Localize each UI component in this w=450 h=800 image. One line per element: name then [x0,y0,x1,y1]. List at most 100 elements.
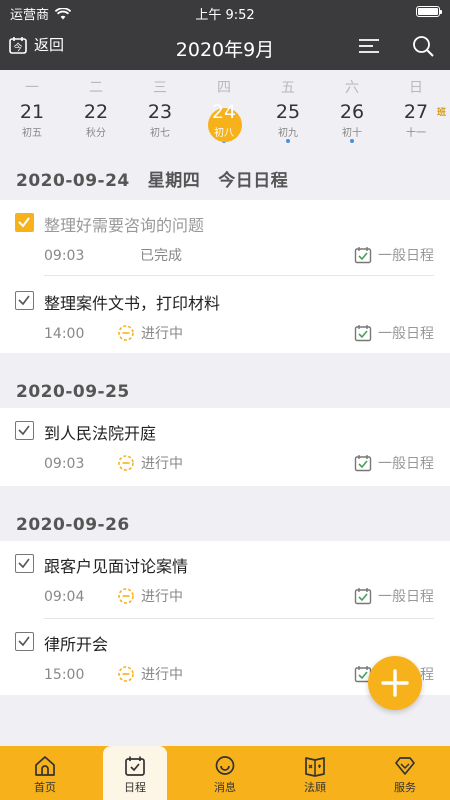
tab-label: 首页 [34,781,56,794]
day-cell-26[interactable]: 六 26 初十 [320,70,384,152]
tab-label: 法頋 [304,781,326,794]
status-label: 进行中 [141,589,183,605]
weekday-label: 二 [89,80,103,96]
week-strip: 一 21 初五 二 22 秋分 三 23 初七 四 24 初八 五 25 初九 … [0,70,450,152]
day-cell-24-selected[interactable]: 四 24 初八 [192,70,256,152]
type-label: 一般日程 [378,456,434,472]
back-label: 返回 [34,36,65,54]
weekday-label: 三 [153,80,167,96]
calendar-check-icon [354,455,372,472]
tab-home[interactable]: 首页 [13,746,77,800]
type-label: 一般日程 [378,248,434,264]
book-icon [305,757,325,777]
nav-bar: 今 返回 2020年9月 [0,24,450,70]
status-time: 上午 9:52 [195,8,255,23]
day-number: 25 [275,101,301,123]
day-cell-27[interactable]: 日 27 十一 班 [384,70,448,152]
tab-legal-advisor[interactable]: 法頋 [283,746,347,800]
plus-icon [381,669,409,697]
weekday-label: 四 [217,80,231,96]
day-cell-23[interactable]: 三 23 初七 [128,70,192,152]
section-date-header: 2020-09-24 星期四 今日日程 [0,156,450,204]
lunar-date: 初十 [342,128,362,139]
page-title: 2020年9月 [175,39,275,61]
battery-icon [416,6,442,17]
check-icon [18,295,30,306]
section-date: 2020-09-26 [16,515,130,535]
day-number: 23 [147,101,173,123]
in-progress-icon [118,666,134,682]
day-number: 22 [83,101,109,123]
check-icon [18,425,30,436]
check-icon [18,558,30,569]
calendar-check-icon [354,588,372,605]
schedule-status: 进行中 [117,453,183,473]
type-label: 一般日程 [378,326,434,342]
calendar-check-icon [354,247,372,264]
add-schedule-button[interactable] [368,656,422,710]
schedule-type: 一般日程 [354,323,434,343]
section-weekday: 星期四 [147,171,201,191]
schedule-time: 14:00 [44,326,85,342]
calendar-check-icon [354,325,372,342]
schedule-item[interactable]: 整理好需要咨询的问题 09:03 已完成 一般日程 [0,200,450,278]
schedule-time: 09:03 [44,248,85,264]
tab-label: 消息 [214,781,236,794]
tab-bar: 首页 日程 消息 法頋 服务 [0,746,450,800]
schedule-title: 整理好需要咨询的问题 [44,216,205,235]
schedule-item[interactable]: 到人民法院开庭 09:03 进行中 一般日程 [0,408,450,486]
lunar-date: 初九 [278,128,298,139]
section-date: 2020-09-24 [16,171,130,191]
checkbox[interactable] [15,632,34,651]
type-label: 一般日程 [378,589,434,605]
divider [44,275,434,276]
search-icon[interactable] [412,35,434,57]
check-icon [18,636,30,647]
calendar-check-icon [125,756,145,776]
home-icon [35,756,55,776]
tab-label: 服务 [394,781,416,794]
status-label: 进行中 [141,667,183,683]
schedule-status: 进行中 [117,664,183,684]
checkbox[interactable] [15,291,34,310]
checkbox[interactable] [15,554,34,573]
in-progress-icon [118,588,134,604]
schedule-status: 已完成 [140,245,182,265]
schedule-title: 律所开会 [44,635,109,654]
day-cell-25[interactable]: 五 25 初九 [256,70,320,152]
checkbox[interactable] [15,421,34,440]
schedule-status: 进行中 [117,586,183,606]
schedule-title: 跟客户见面讨论案情 [44,557,189,576]
schedule-time: 09:04 [44,589,85,605]
tab-label: 日程 [124,781,146,794]
tab-services[interactable]: 服务 [373,746,437,800]
checkbox-checked[interactable] [15,213,34,232]
schedule-type: 一般日程 [354,453,434,473]
menu-icon[interactable] [358,36,380,56]
section-note: 今日日程 [218,171,289,191]
weekday-label: 五 [281,80,295,96]
tab-schedule[interactable]: 日程 [103,746,167,800]
schedule-type: 一般日程 [354,586,434,606]
schedule-time: 09:03 [44,456,85,472]
status-label: 已完成 [140,248,182,264]
day-cell-22[interactable]: 二 22 秋分 [64,70,128,152]
event-dot [350,139,354,143]
tab-messages[interactable]: 消息 [193,746,257,800]
day-number: 26 [339,101,365,123]
schedule-item[interactable]: 整理案件文书，打印材料 14:00 进行中 一般日程 [0,278,450,356]
check-icon [18,217,30,228]
svg-text:今: 今 [13,41,22,53]
status-bar: 运营商 上午 9:52 [0,0,450,24]
schedule-item[interactable]: 跟客户见面讨论案情 09:04 进行中 一般日程 [0,541,450,619]
calendar-today-icon: 今 [9,36,27,54]
back-button[interactable]: 今 返回 [8,34,64,55]
status-label: 进行中 [141,326,183,342]
lunar-date: 初八 [214,128,234,139]
schedule-title: 整理案件文书，打印材料 [44,294,221,313]
lunar-date: 初七 [150,128,170,139]
schedule-card: 整理好需要咨询的问题 09:03 已完成 一般日程 整理案件文书，打印材料 14… [0,200,450,353]
day-cell-21[interactable]: 一 21 初五 [0,70,64,152]
schedule-title: 到人民法院开庭 [44,424,157,443]
schedule-status: 进行中 [117,323,183,343]
